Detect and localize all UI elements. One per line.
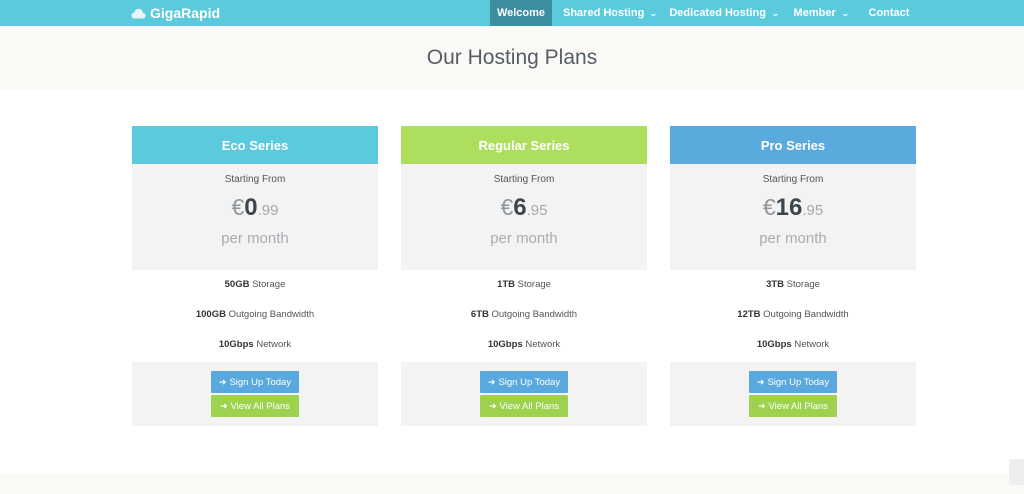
action-box: ➜ Sign Up Today ➜ View All Plans [670, 362, 916, 426]
price-box: Starting From € 0 .99 per month [132, 164, 378, 270]
nav-label: Member [793, 7, 836, 19]
plan-card-pro: Pro Series Starting From € 16 .95 per mo… [670, 126, 916, 426]
button-label: Sign Up Today [767, 376, 830, 388]
button-label: Sign Up Today [229, 376, 292, 388]
nav-contact[interactable]: Contact [862, 0, 916, 26]
plan-header: Pro Series [670, 126, 916, 164]
feature-label: Outgoing Bandwidth [225, 309, 315, 320]
plan-header: Eco Series [132, 126, 378, 164]
nav-label: Shared Hosting [563, 7, 645, 19]
scroll-to-top-button[interactable] [1009, 459, 1024, 485]
price-whole: 16 [775, 194, 803, 221]
chevron-down-icon: ⌄ [770, 8, 780, 18]
feature-value: 50GB [224, 279, 250, 290]
arrow-right-icon: ➜ [487, 376, 496, 387]
feature-label: Storage [784, 279, 820, 290]
price-decimal: .95 [526, 202, 548, 219]
action-box: ➜ Sign Up Today ➜ View All Plans [132, 362, 378, 426]
sign-up-button[interactable]: ➜ Sign Up Today [211, 371, 299, 393]
price-box: Starting From € 16 .95 per month [670, 164, 916, 270]
feature-value: 6TB [470, 309, 489, 320]
feature-bandwidth: 12TB Outgoing Bandwidth [670, 309, 916, 339]
feature-label: Network [253, 339, 292, 350]
price-currency: € [762, 194, 776, 220]
arrow-right-icon: ➜ [757, 400, 766, 411]
view-all-plans-button[interactable]: ➜ View All Plans [211, 395, 299, 417]
button-label: Sign Up Today [498, 376, 561, 388]
plan-price: € 6 .95 [401, 194, 647, 228]
footer-strip [0, 474, 1024, 494]
nav-label: Contact [868, 7, 910, 19]
chevron-down-icon: ⌄ [648, 8, 659, 18]
starting-from-label: Starting From [224, 174, 286, 185]
feature-label: Storage [515, 279, 551, 290]
feature-value: 10Gbps [487, 339, 523, 350]
arrow-right-icon: ➜ [488, 400, 497, 411]
price-whole: 0 [244, 194, 258, 221]
title-band: Our Hosting Plans [0, 26, 1024, 90]
nav-member[interactable]: Member ⌄ [788, 0, 854, 26]
feature-value: 10Gbps [756, 339, 792, 350]
price-box: Starting From € 6 .95 per month [401, 164, 647, 270]
price-period: per month [759, 230, 827, 247]
feature-list: 50GB Storage 100GB Outgoing Bandwidth 10… [132, 270, 378, 362]
feature-bandwidth: 100GB Outgoing Bandwidth [132, 309, 378, 339]
feature-value: 100GB [195, 309, 226, 320]
plan-card-eco: Eco Series Starting From € 0 .99 per mon… [132, 126, 378, 426]
feature-label: Network [522, 339, 561, 350]
sign-up-button[interactable]: ➜ Sign Up Today [480, 371, 568, 393]
button-label: View All Plans [499, 400, 560, 412]
feature-storage: 50GB Storage [132, 279, 378, 309]
brand-name: GigaRapid [150, 5, 221, 21]
plan-price: € 0 .99 [132, 194, 378, 228]
plan-card-regular: Regular Series Starting From € 6 .95 per… [401, 126, 647, 426]
feature-label: Outgoing Bandwidth [488, 309, 578, 320]
view-all-plans-button[interactable]: ➜ View All Plans [749, 395, 837, 417]
feature-storage: 3TB Storage [670, 279, 916, 309]
starting-from-label: Starting From [762, 174, 824, 185]
nav-welcome[interactable]: Welcome [490, 0, 552, 26]
feature-list: 3TB Storage 12TB Outgoing Bandwidth 10Gb… [670, 270, 916, 362]
nav-shared-hosting[interactable]: Shared Hosting ⌄ [562, 0, 658, 26]
plan-price: € 16 .95 [670, 194, 916, 228]
price-currency: € [231, 194, 245, 220]
arrow-right-icon: ➜ [219, 400, 228, 411]
feature-value: 12TB [737, 309, 761, 320]
nav-label: Welcome [496, 7, 546, 19]
chevron-down-icon: ⌄ [840, 8, 850, 18]
brand-logo[interactable]: GigaRapid [131, 0, 220, 26]
nav-label: Dedicated Hosting [669, 7, 766, 19]
price-period: per month [490, 230, 558, 247]
arrow-right-icon: ➜ [218, 376, 227, 387]
feature-label: Storage [249, 279, 286, 290]
feature-label: Outgoing Bandwidth [760, 309, 849, 320]
price-period: per month [221, 230, 289, 247]
feature-value: 1TB [497, 279, 516, 290]
nav-dedicated-hosting[interactable]: Dedicated Hosting ⌄ [668, 0, 780, 26]
price-decimal: .95 [802, 202, 824, 219]
sign-up-button[interactable]: ➜ Sign Up Today [749, 371, 837, 393]
button-label: View All Plans [230, 400, 291, 412]
page-title: Our Hosting Plans [426, 46, 598, 69]
cloud-icon [131, 8, 146, 19]
feature-value: 10Gbps [218, 339, 254, 350]
price-currency: € [500, 194, 514, 220]
view-all-plans-button[interactable]: ➜ View All Plans [480, 395, 568, 417]
feature-storage: 1TB Storage [401, 279, 647, 309]
button-label: View All Plans [768, 400, 829, 412]
feature-list: 1TB Storage 6TB Outgoing Bandwidth 10Gbp… [401, 270, 647, 362]
feature-value: 3TB [766, 279, 785, 290]
arrow-right-icon: ➜ [756, 376, 765, 387]
price-decimal: .99 [257, 202, 279, 219]
price-whole: 6 [513, 194, 527, 221]
action-box: ➜ Sign Up Today ➜ View All Plans [401, 362, 647, 426]
starting-from-label: Starting From [493, 174, 555, 185]
plan-header: Regular Series [401, 126, 647, 164]
top-navbar: GigaRapid Welcome Shared Hosting ⌄ Dedic… [0, 0, 1024, 26]
feature-bandwidth: 6TB Outgoing Bandwidth [401, 309, 647, 339]
feature-label: Network [791, 339, 830, 350]
